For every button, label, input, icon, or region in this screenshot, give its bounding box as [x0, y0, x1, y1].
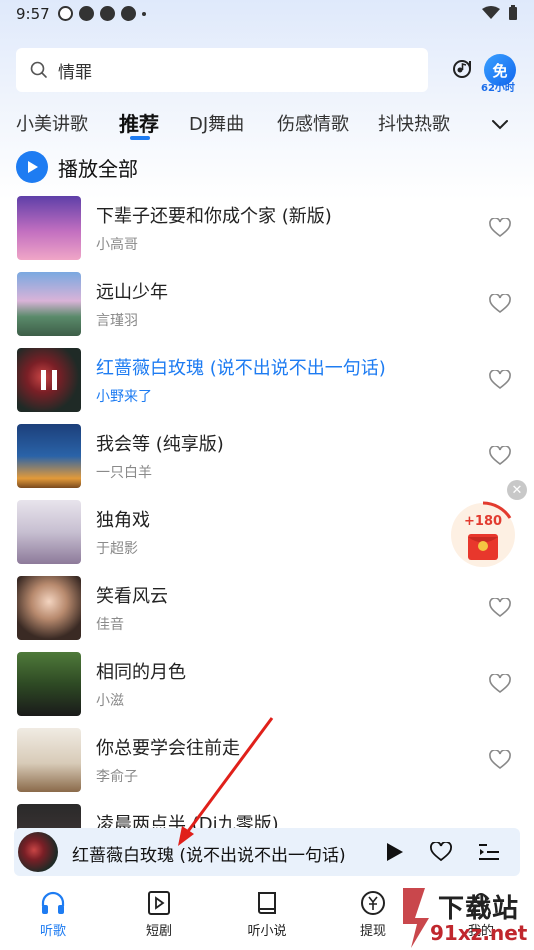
- album-cover: [17, 196, 81, 260]
- now-playing-cover: [18, 832, 58, 872]
- list-item[interactable]: 下辈子还要和你成个家 (新版) 小高哥: [0, 192, 534, 268]
- nav-label: 听小说: [247, 924, 287, 939]
- album-cover: [17, 576, 81, 640]
- status-right: [482, 5, 518, 21]
- play-all-button[interactable]: 播放全部: [16, 150, 138, 184]
- app-notification-icon: [58, 6, 73, 21]
- more-notifications-icon: [142, 12, 146, 16]
- heart-icon[interactable]: [489, 446, 511, 466]
- app-notification-icon: [100, 6, 115, 21]
- song-title: 独角戏: [96, 510, 150, 531]
- song-title: 笑看风云: [96, 586, 168, 607]
- coin-icon: [361, 891, 385, 915]
- playlist-icon[interactable]: [478, 842, 500, 862]
- app-notification-icon: [79, 6, 94, 21]
- headphones-icon: [41, 891, 65, 914]
- watermark-url: 91xz.net: [430, 921, 528, 945]
- album-cover: [17, 348, 81, 412]
- song-title: 红蔷薇白玫瑰 (说不出说不出一句话): [96, 358, 386, 379]
- red-envelope-reward[interactable]: [450, 500, 516, 570]
- reward-amount: +180: [464, 514, 503, 529]
- song-artist: 一只白羊: [96, 465, 152, 481]
- list-item[interactable]: 远山少年 言瑾羽: [0, 268, 534, 344]
- song-recognition-icon[interactable]: [450, 57, 474, 81]
- tab-dj[interactable]: DJ舞曲: [189, 110, 244, 136]
- status-time: 9:57: [16, 5, 50, 23]
- list-item[interactable]: 我会等 (纯享版) 一只白羊: [0, 420, 534, 496]
- song-artist: 小高哥: [96, 237, 138, 253]
- album-cover: [17, 728, 81, 792]
- status-bar: 9:57: [0, 0, 534, 28]
- song-title: 我会等 (纯享版): [96, 434, 224, 455]
- list-item[interactable]: 相同的月色 小滋: [0, 648, 534, 724]
- song-artist: 于超影: [96, 541, 138, 557]
- song-artist: 小滋: [96, 693, 124, 709]
- pause-icon: [41, 370, 57, 390]
- nav-listen[interactable]: 听歌: [18, 890, 88, 939]
- app-notification-icon: [121, 6, 136, 21]
- mini-player[interactable]: 红蔷薇白玫瑰 (说不出说不出一句话): [14, 828, 520, 876]
- song-title: 相同的月色: [96, 662, 186, 683]
- vip-hours-label: 62小时: [481, 83, 515, 94]
- song-artist: 佳音: [96, 617, 124, 633]
- list-item-now-playing[interactable]: 红蔷薇白玫瑰 (说不出说不出一句话) 小野来了: [0, 344, 534, 420]
- play-all-label: 播放全部: [58, 156, 138, 181]
- nav-short-drama[interactable]: 短剧: [124, 890, 194, 939]
- close-icon[interactable]: ✕: [507, 480, 527, 500]
- list-item[interactable]: 你总要学会往前走 李俞子: [0, 724, 534, 800]
- book-icon: [258, 892, 276, 914]
- tab-trending[interactable]: 抖快热歌: [378, 110, 450, 136]
- song-artist: 李俞子: [96, 769, 138, 785]
- battery-icon: [509, 5, 517, 20]
- heart-icon[interactable]: [489, 674, 511, 694]
- notification-icons: [58, 6, 146, 21]
- tab-xiaomei[interactable]: 小美讲歌: [16, 110, 88, 136]
- heart-icon[interactable]: [489, 370, 511, 390]
- category-tabs: 小美讲歌 推荐 DJ舞曲 伤感情歌 抖快热歌: [0, 104, 534, 144]
- nav-label: 听歌: [39, 924, 66, 939]
- play-icon[interactable]: [384, 842, 404, 862]
- search-input[interactable]: 情罪: [16, 48, 428, 92]
- song-title: 下辈子还要和你成个家 (新版): [96, 206, 332, 227]
- now-playing-title: 红蔷薇白玫瑰 (说不出说不出一句话): [72, 846, 346, 866]
- song-artist: 言瑾羽: [96, 313, 138, 329]
- tab-recommend[interactable]: 推荐: [119, 108, 159, 137]
- heart-icon[interactable]: [430, 842, 452, 862]
- tab-sad-love[interactable]: 伤感情歌: [277, 110, 349, 136]
- album-cover: [17, 272, 81, 336]
- search-icon: [30, 61, 47, 78]
- video-icon: [148, 891, 170, 915]
- heart-icon[interactable]: [489, 218, 511, 238]
- album-cover: [17, 500, 81, 564]
- nav-label: 短剧: [145, 924, 172, 939]
- wifi-icon: [482, 6, 500, 19]
- active-tab-indicator: [130, 136, 150, 140]
- song-title: 远山少年: [96, 282, 168, 303]
- watermark-title: 下载站: [438, 894, 520, 924]
- album-cover: [17, 424, 81, 488]
- heart-icon[interactable]: [489, 294, 511, 314]
- heart-icon[interactable]: [489, 750, 511, 770]
- chevron-down-icon[interactable]: [490, 114, 510, 134]
- list-item[interactable]: 笑看风云 佳音: [0, 572, 534, 648]
- heart-icon[interactable]: [489, 598, 511, 618]
- search-query-text: 情罪: [58, 62, 92, 83]
- song-artist: 小野来了: [96, 389, 152, 405]
- play-icon: [16, 151, 48, 183]
- song-title: 你总要学会往前走: [96, 738, 240, 759]
- album-cover: [17, 652, 81, 716]
- nav-novel[interactable]: 听小说: [232, 890, 302, 939]
